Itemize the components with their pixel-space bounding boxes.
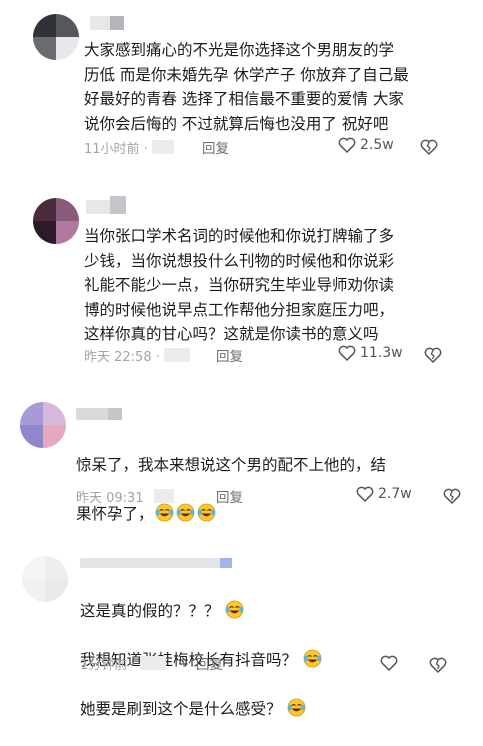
comment-item: 这是真的假的？？？ 我想知道张桂梅校长有抖音吗？ 她要是刷到这个是什么感受？ 1…	[0, 540, 483, 719]
reply-button[interactable]: 回复	[202, 137, 229, 157]
comment-meta: 昨天 22:58 · 回复	[84, 345, 464, 365]
like-button[interactable]: 11.3w	[338, 345, 403, 361]
broken-heart-icon[interactable]	[420, 139, 438, 155]
like-button[interactable]: 2.5w	[338, 137, 394, 153]
reply-button[interactable]: 回复	[216, 486, 243, 506]
comment-item: 惊呆了，我本来想说这个男的配不上他的，结 果怀孕了， 昨天 09:31 回复 2…	[0, 380, 483, 540]
comment-time: 1分钟前 ·	[80, 657, 136, 673]
comment-time: 11小时前 ·	[84, 141, 148, 157]
reply-button[interactable]: 回复	[196, 653, 223, 673]
comment-meta: 1分钟前 · 回复	[80, 653, 460, 673]
laughing-crying-emoji	[288, 698, 306, 716]
comment-text-line: 这是真的假的？？？	[80, 599, 460, 624]
broken-heart-icon[interactable]	[429, 657, 447, 673]
comment-item: 当你张口学术名词的时候他和你说打牌输了多 少钱，当你说想投什么刊物的时候他和你说…	[0, 180, 483, 380]
like-button[interactable]	[380, 655, 402, 671]
comment-time: 昨天 22:58 ·	[84, 349, 160, 365]
username-blurred[interactable]	[76, 408, 122, 420]
username-blurred[interactable]	[80, 558, 232, 568]
like-button[interactable]: 2.7w	[356, 486, 412, 502]
broken-heart-icon[interactable]	[443, 488, 461, 504]
heart-icon	[380, 655, 398, 671]
avatar[interactable]	[33, 198, 79, 244]
comment-meta: 11小时前 · 回复	[84, 137, 464, 157]
username-blurred[interactable]	[86, 196, 126, 214]
heart-icon	[338, 137, 356, 153]
like-count: 2.7w	[378, 486, 412, 502]
reply-button[interactable]: 回复	[216, 345, 243, 365]
comment-text: 大家感到痛心的不光是你选择这个男朋友的学 历低 而是你未婚先孕 休学产子 你放弃…	[84, 41, 409, 133]
heart-icon	[356, 486, 374, 502]
heart-icon	[338, 345, 356, 361]
comment-item: 大家感到痛心的不光是你选择这个男朋友的学 历低 而是你未婚先孕 休学产子 你放弃…	[0, 0, 483, 180]
like-count: 2.5w	[360, 137, 394, 153]
avatar[interactable]	[33, 14, 79, 60]
laughing-crying-emoji	[226, 600, 244, 618]
broken-heart-icon[interactable]	[424, 347, 442, 363]
comment-time: 昨天 09:31	[76, 490, 144, 506]
avatar[interactable]	[20, 402, 66, 448]
like-count: 11.3w	[360, 345, 403, 361]
avatar[interactable]	[22, 556, 68, 602]
comment-text-line: 惊呆了，我本来想说这个男的配不上他的，结	[76, 455, 387, 474]
comment-text-line: 她要是刷到这个是什么感受？	[80, 697, 460, 722]
comment-text: 当你张口学术名词的时候他和你说打牌输了多 少钱，当你说想投什么刊物的时候他和你说…	[84, 227, 395, 343]
username-blurred[interactable]	[90, 16, 124, 30]
